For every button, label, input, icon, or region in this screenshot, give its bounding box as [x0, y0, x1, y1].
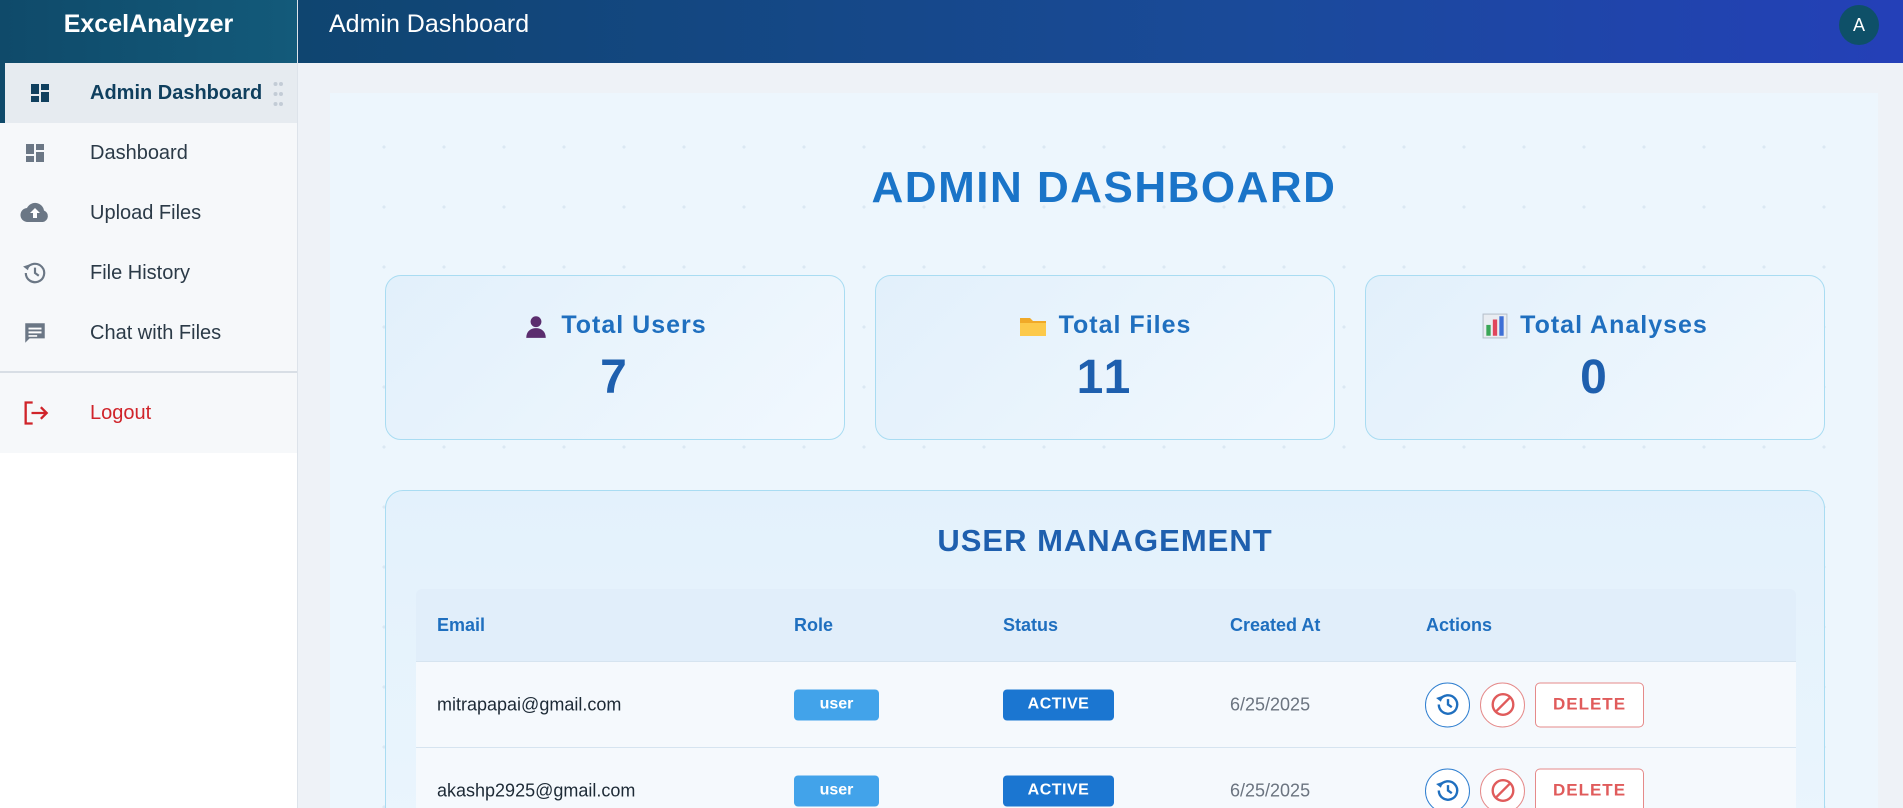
block-icon: [1491, 693, 1514, 716]
stat-value: 7: [600, 351, 630, 404]
main-content: ADMIN DASHBOARD Total Users 7 Total File…: [330, 93, 1878, 808]
sidebar-item-file-history[interactable]: File History: [0, 243, 297, 303]
stat-value: 11: [1076, 351, 1134, 404]
delete-user-button[interactable]: DELETE: [1535, 768, 1644, 808]
table-row: mitrapapai@gmail.com user ACTIVE 6/25/20…: [416, 661, 1796, 747]
user-email: mitrapapai@gmail.com: [437, 694, 622, 714]
stat-card-total-users: Total Users 7: [385, 275, 845, 440]
brand-logo[interactable]: ExcelAnalyzer: [0, 0, 297, 63]
column-header-email[interactable]: Email: [437, 615, 485, 636]
role-badge: user: [794, 775, 879, 806]
stat-label: Total Analyses: [1520, 311, 1708, 339]
top-bar: Admin Dashboard A: [298, 0, 1903, 63]
sidebar-item-upload-files[interactable]: Upload Files: [0, 183, 297, 243]
created-at: 6/25/2025: [1230, 780, 1311, 800]
block-user-button[interactable]: [1480, 768, 1525, 808]
column-header-actions: Actions: [1426, 615, 1493, 635]
sidebar-item-label: Upload Files: [90, 201, 202, 224]
stat-card-total-files: Total Files 11: [875, 275, 1335, 440]
page-title: ADMIN DASHBOARD: [871, 163, 1337, 212]
history-icon: [1435, 780, 1458, 801]
dashboard-icon: [20, 138, 50, 168]
sidebar-menu: Admin Dashboard Dashboard Upload Files F…: [0, 63, 297, 453]
users-table: Email Role Status Created At Actions mit…: [416, 589, 1796, 808]
sidebar-item-label: File History: [90, 261, 191, 284]
column-header-role[interactable]: Role: [794, 615, 833, 636]
delete-user-button[interactable]: DELETE: [1535, 682, 1644, 727]
column-header-status[interactable]: Status: [1003, 615, 1058, 636]
history-icon: [1435, 694, 1458, 715]
view-history-button[interactable]: [1425, 768, 1470, 808]
sidebar-item-admin-dashboard[interactable]: Admin Dashboard: [0, 63, 297, 123]
table-row: akashp2925@gmail.com user ACTIVE 6/25/20…: [416, 747, 1796, 808]
created-at: 6/25/2025: [1230, 694, 1311, 714]
user-icon: [526, 315, 547, 338]
page-header-title: Admin Dashboard: [329, 10, 530, 38]
dashboard-icon: [25, 78, 55, 108]
status-badge: ACTIVE: [1003, 775, 1114, 806]
logout-label: Logout: [90, 401, 152, 424]
status-badge: ACTIVE: [1003, 689, 1114, 720]
column-header-created-at[interactable]: Created At: [1230, 615, 1320, 636]
cloud-upload-icon: [20, 198, 50, 228]
sidebar-item-label: Admin Dashboard: [90, 81, 263, 104]
sidebar-item-chat-with-files[interactable]: Chat with Files: [0, 303, 297, 363]
sidebar: ExcelAnalyzer Admin Dashboard Dashboard …: [0, 0, 298, 808]
logout-button[interactable]: Logout: [0, 373, 297, 453]
block-icon: [1491, 779, 1514, 802]
chat-icon: [20, 318, 50, 348]
history-icon: [20, 258, 50, 288]
stat-value: 0: [1580, 351, 1610, 404]
stat-label: Total Users: [561, 311, 707, 339]
block-user-button[interactable]: [1480, 682, 1525, 727]
sidebar-item-dashboard[interactable]: Dashboard: [0, 123, 297, 183]
stat-card-total-analyses: Total Analyses 0: [1365, 275, 1825, 440]
section-title: USER MANAGEMENT: [937, 523, 1273, 558]
logout-icon: [20, 398, 50, 428]
user-management-panel: USER MANAGEMENT Email Role Status Create…: [385, 490, 1825, 808]
sidebar-item-label: Chat with Files: [90, 321, 222, 344]
avatar[interactable]: A: [1839, 5, 1879, 45]
role-badge: user: [794, 689, 879, 720]
table-header: Email Role Status Created At Actions: [416, 589, 1796, 661]
folder-icon: [1019, 317, 1046, 336]
bar-chart-icon: [1482, 313, 1508, 338]
stat-label: Total Files: [1058, 311, 1192, 339]
sidebar-item-label: Dashboard: [90, 141, 188, 164]
user-email: akashp2925@gmail.com: [437, 780, 636, 800]
drag-handle-icon[interactable]: [273, 81, 283, 107]
view-history-button[interactable]: [1425, 682, 1470, 727]
